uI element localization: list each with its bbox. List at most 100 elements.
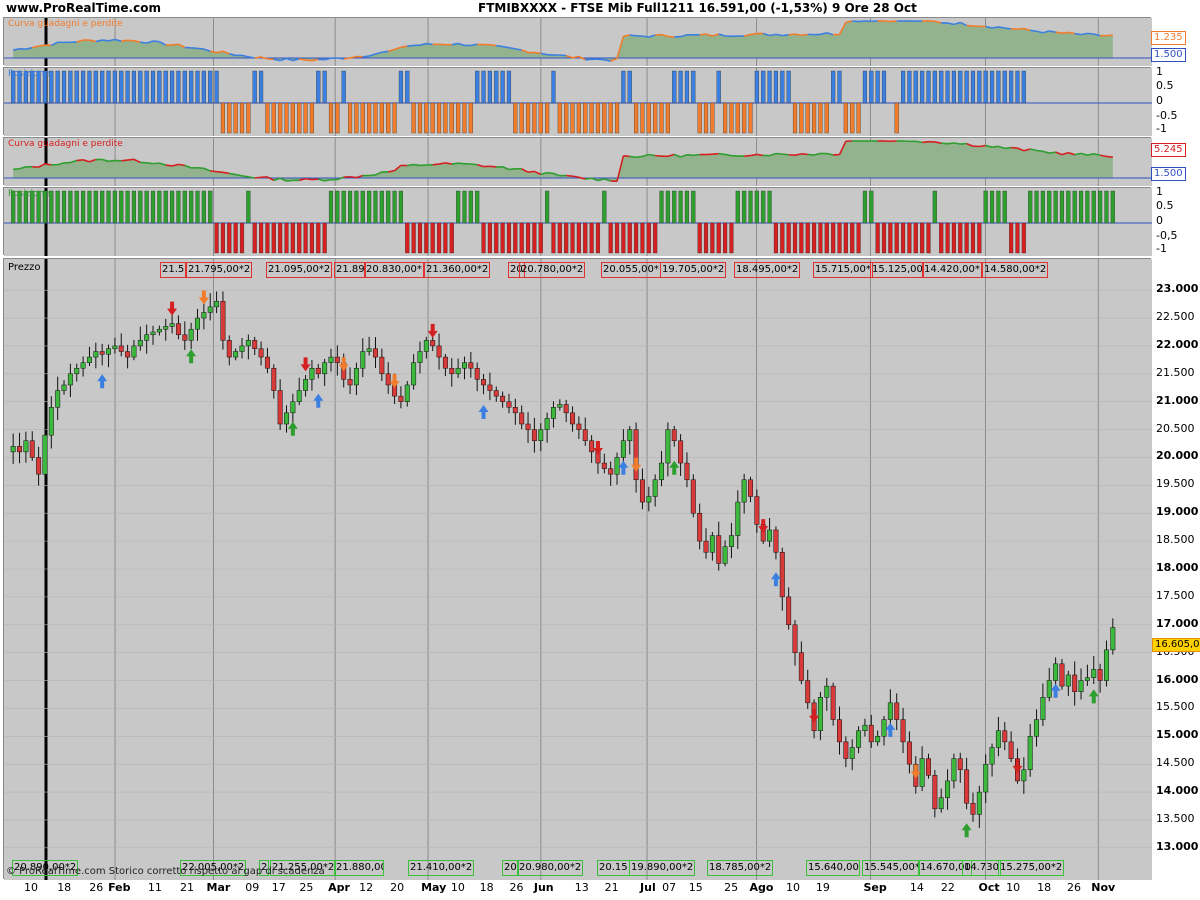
candle-up — [1065, 674, 1071, 687]
position-bar-short — [583, 222, 588, 254]
equity-segment — [991, 145, 999, 148]
candle-up — [462, 362, 467, 369]
position-bar-short — [901, 222, 906, 254]
position-bar-long — [551, 70, 556, 104]
equity-segment — [470, 43, 478, 47]
candle-down — [125, 351, 131, 358]
position-bar-short — [557, 102, 562, 134]
price-tick-label: 18.000 — [1156, 561, 1199, 574]
candle-down — [99, 351, 105, 355]
candle-up — [303, 379, 309, 391]
equity-segment — [305, 59, 313, 62]
equity-curve-1-plot — [4, 18, 1152, 66]
trade-entry-label: 21.880,00 — [334, 860, 384, 876]
equity-segment — [597, 58, 605, 61]
position-bar-short — [290, 102, 295, 134]
candle-up — [86, 356, 92, 363]
position-bar-long — [170, 70, 175, 104]
position-bar-long — [1066, 190, 1071, 224]
equity-segment — [648, 153, 656, 157]
position-bar-short — [487, 222, 492, 254]
position-bar-long — [970, 70, 976, 104]
position-bar-long — [360, 190, 365, 224]
position-bar-short — [322, 222, 327, 254]
price-plot — [4, 259, 1152, 880]
equity-segment — [852, 20, 859, 23]
pos1-tick-m1: -1 — [1156, 122, 1167, 135]
trade-entry-label: 18.785,00*2 — [707, 860, 774, 876]
equity-segment — [127, 158, 135, 161]
position-bar-long — [182, 70, 187, 104]
position-bar-long — [1002, 190, 1007, 224]
equity-segment — [369, 174, 376, 177]
position-bar-long — [1015, 70, 1020, 104]
equity-segment — [121, 39, 128, 42]
trade-exit-label: 14.420,00* — [922, 262, 982, 278]
x-axis-label: 10 — [1006, 881, 1021, 894]
position-bar-short — [239, 222, 245, 254]
equity-segment — [629, 155, 637, 159]
position-bar-long — [150, 190, 156, 224]
price-scale: 23.000 22.500 22.000 21.500 21.000 20.500 20.0… — [1151, 258, 1200, 879]
equity-segment — [76, 159, 84, 162]
candle-down — [684, 462, 690, 481]
equity-segment — [858, 20, 865, 23]
position-bar-short — [239, 102, 245, 134]
equity-segment — [489, 165, 497, 168]
candle-down — [906, 741, 912, 765]
position-bar-short — [284, 102, 289, 134]
equity-segment — [44, 163, 52, 166]
position-bar-short — [570, 102, 575, 134]
price-panel-label: Prezzo — [8, 262, 41, 273]
trade-exit-label: 20.055,00* — [601, 262, 661, 278]
position-bar-short — [532, 222, 537, 254]
position-bar-long — [602, 190, 607, 224]
position-bar-short — [653, 222, 658, 254]
position-bar-long — [246, 190, 251, 224]
candle-up — [10, 446, 16, 453]
equity-segment — [324, 178, 332, 182]
candle-down — [277, 390, 283, 425]
equity-segment — [502, 45, 510, 49]
position-bar-long — [354, 190, 359, 224]
position-bar-long — [87, 190, 92, 224]
equity-segment — [267, 58, 274, 61]
position-bar-long — [1002, 70, 1007, 104]
position-bar-long — [61, 70, 67, 104]
equity-segment — [655, 154, 662, 157]
position-bar-short — [227, 102, 232, 134]
position-1-plot — [4, 68, 1152, 136]
position-bar-long — [932, 70, 937, 104]
position-bar-short — [456, 102, 461, 134]
position-bar-long — [335, 190, 340, 224]
x-axis-label: Jun — [533, 881, 554, 894]
position-bar-short — [640, 102, 645, 134]
candle-up — [106, 348, 111, 355]
site-url[interactable]: www.ProRealTime.com — [6, 1, 161, 15]
candle-down — [430, 340, 436, 347]
equity-segment — [998, 26, 1005, 29]
candle-up — [404, 384, 410, 402]
position-bar-long — [163, 190, 168, 224]
position-bar-short — [303, 102, 308, 134]
equity-segment — [426, 42, 433, 46]
candle-up — [538, 429, 544, 441]
price-tick-label: 17.000 — [1156, 616, 1199, 630]
position-bar-short — [792, 222, 798, 254]
chart-title: FTMIBXXXX - FTSE Mib Full1211 16.591,00 … — [478, 1, 917, 15]
position-bar-long — [735, 190, 740, 224]
equity-segment — [693, 153, 700, 157]
position-bar-short — [970, 222, 976, 254]
trade-exit-label: 15.715,00* — [813, 262, 873, 278]
trade-exit-label: 21.5 — [160, 262, 187, 278]
candle-up — [1021, 769, 1027, 782]
candle-down — [1002, 730, 1008, 743]
equity-segment — [686, 153, 694, 157]
candle-down — [1059, 663, 1065, 687]
position-bar-short — [284, 222, 289, 254]
candle-down — [220, 301, 226, 341]
trade-exit-label: 19.705,00*2 — [660, 262, 727, 278]
position-bar-long — [881, 70, 887, 104]
position-bar-long — [1028, 190, 1033, 224]
equity-segment — [1099, 154, 1107, 158]
